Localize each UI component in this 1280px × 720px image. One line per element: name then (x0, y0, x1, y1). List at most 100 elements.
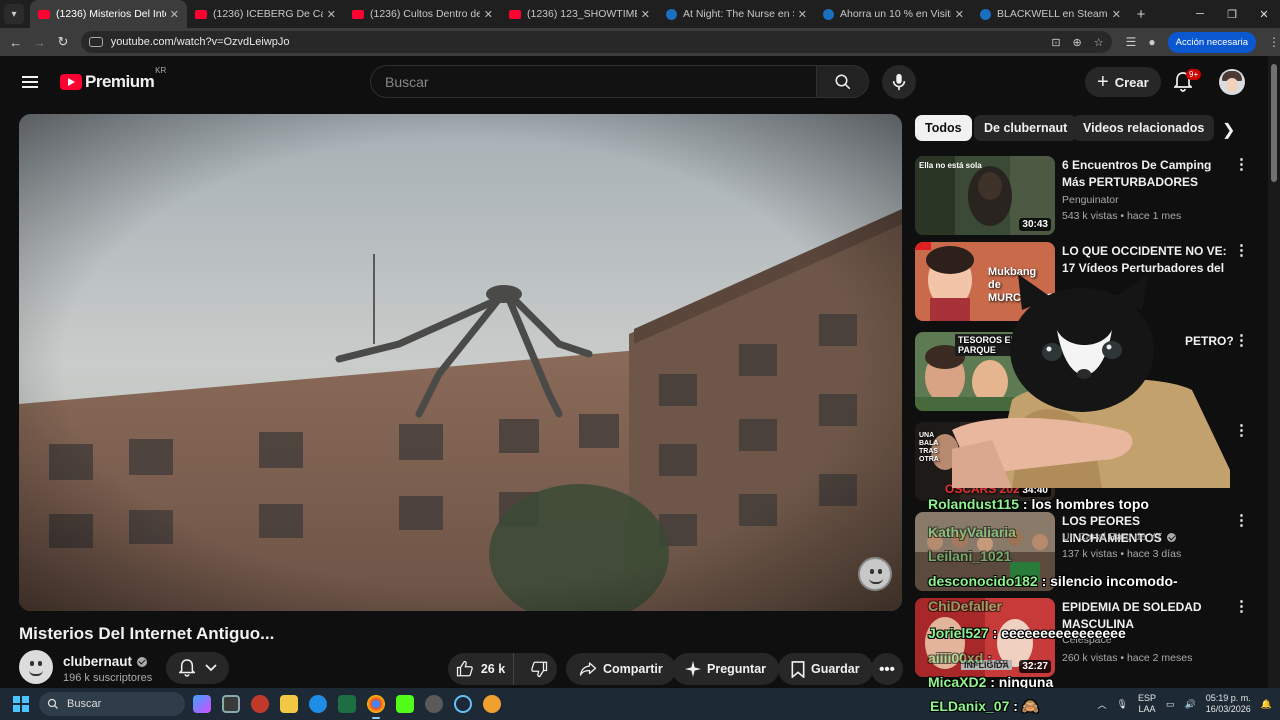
chat-user: aiiii00xd (928, 650, 984, 666)
close-window-icon[interactable]: ✕ (1248, 0, 1280, 28)
chat-message: Leilani_1021 (928, 548, 1011, 564)
taskbar-search[interactable]: Buscar (39, 692, 185, 716)
youtube-play-icon (60, 74, 82, 90)
address-bar[interactable]: youtube.com/watch?v=OzvdLeiwpJo ⊡ ⊕ ☆ (80, 31, 1112, 53)
tab-blackwell[interactable]: BLACKWELL en Steam ✕ (972, 0, 1129, 28)
recommendation-channel[interactable]: Un Canal Raro de YT (1062, 531, 1177, 543)
action-needed-button[interactable]: Acción necesaria (1167, 31, 1257, 53)
kick-icon[interactable] (396, 695, 414, 713)
keyboard-layout: LAA (1138, 704, 1156, 714)
copilot-icon[interactable] (193, 695, 211, 713)
like-button[interactable]: 26 k (448, 653, 514, 685)
site-info-icon[interactable] (88, 37, 103, 47)
ask-button[interactable]: Preguntar (672, 653, 780, 685)
close-icon[interactable]: ✕ (484, 8, 493, 21)
more-vertical-icon[interactable]: ⋮ (1234, 513, 1249, 528)
tab-label: (1236) Misterios Del Internet Ant (56, 8, 166, 20)
profile-icon[interactable]: ● (1148, 35, 1155, 49)
game-launcher-icon[interactable] (483, 695, 501, 713)
recommendation-channel[interactable]: Penguinator (1062, 194, 1119, 206)
valorant-icon[interactable] (251, 695, 269, 713)
network-icon[interactable]: ▭ (1166, 699, 1175, 710)
save-button[interactable]: Guardar (778, 653, 873, 685)
chevron-right-icon[interactable]: ❯ (1222, 120, 1235, 140)
more-actions-button[interactable]: ••• (871, 653, 903, 685)
youtube-premium-logo[interactable]: Premium KR (60, 66, 166, 92)
verified-icon (137, 656, 148, 667)
menu-icon[interactable] (22, 73, 38, 91)
more-vertical-icon[interactable]: ⋮ (1234, 157, 1249, 172)
reading-list-icon[interactable]: ☰ (1126, 35, 1137, 49)
chip-de-clubernaut[interactable]: De clubernaut (974, 115, 1078, 141)
dislike-button[interactable] (520, 660, 557, 678)
recommendation-title[interactable]: 6 Encuentros De Camping Más PERTURBADORE… (1062, 157, 1232, 191)
chat-text: : ... (983, 650, 1008, 666)
file-explorer-icon[interactable] (280, 695, 298, 713)
chat-user: KathyValiaria (928, 524, 1016, 540)
volume-icon[interactable]: 🔊 (1185, 699, 1196, 710)
video-player[interactable] (19, 114, 902, 611)
microsoft-store-icon[interactable] (222, 695, 240, 713)
maximize-icon[interactable]: ❐ (1216, 0, 1248, 28)
youtube-icon (38, 9, 50, 19)
close-icon[interactable]: ✕ (327, 8, 336, 21)
tab-visiting[interactable]: Ahorra un 10 % en Visiting Gra ✕ (815, 0, 972, 28)
excel-icon[interactable] (338, 695, 356, 713)
install-app-icon[interactable]: ⊡ (1051, 36, 1060, 49)
chat-message: Joriel527 : eeeeeeeeeeeeeeee (928, 625, 1126, 641)
language-indicator[interactable]: ESP LAA (1138, 693, 1156, 715)
notification-center-icon[interactable]: 🔔 (1261, 699, 1272, 710)
steam-icon[interactable] (454, 695, 472, 713)
tab-at-night[interactable]: At Night: The Nurse en Steam ✕ (658, 0, 815, 28)
page-scrollbar[interactable] (1268, 56, 1280, 688)
tab-iceberg[interactable]: (1236) ICEBERG De Casos Ocurr ✕ (187, 0, 344, 28)
account-avatar[interactable] (1219, 69, 1245, 95)
chevron-up-icon[interactable]: ︿ (1098, 698, 1107, 711)
more-vertical-icon[interactable]: ⋮ (1234, 243, 1249, 258)
zoom-icon[interactable]: ⊕ (1073, 36, 1082, 49)
video-thumbnail[interactable]: Ella no está sola 30:43 (915, 156, 1055, 235)
channel-avatar[interactable] (19, 650, 53, 684)
tab-misterios[interactable]: (1236) Misterios Del Internet Ant ✕ (30, 0, 187, 28)
more-vertical-icon[interactable]: ⋮ (1234, 599, 1249, 614)
tab-label: BLACKWELL en Steam (997, 8, 1108, 20)
more-vertical-icon[interactable]: ⋮ (1234, 333, 1249, 348)
tab-showtime[interactable]: (1236) 123_SHOWTIME: ECHO ✕ (501, 0, 658, 28)
like-dislike-group: 26 k (448, 653, 557, 685)
chat-user: Joriel527 (928, 625, 989, 641)
chip-videos-relacionados[interactable]: Videos relacionados (1073, 115, 1215, 141)
close-icon[interactable]: ✕ (955, 8, 964, 21)
new-tab-button[interactable]: + (1129, 6, 1153, 23)
close-icon[interactable]: ✕ (798, 8, 807, 21)
channel-name: Un Canal Raro de YT (1062, 531, 1163, 543)
recommendation-item[interactable]: Ella no está sola 30:43 6 Encuentros De … (915, 156, 1255, 236)
github-icon[interactable] (425, 695, 443, 713)
reload-icon[interactable]: ↻ (51, 34, 75, 50)
forward-arrow-icon[interactable]: → (28, 35, 52, 50)
tab-cultos[interactable]: (1236) Cultos Dentro de Juego ✕ (344, 0, 501, 28)
edge-icon[interactable] (309, 695, 327, 713)
create-button[interactable]: + Crear (1085, 67, 1161, 97)
tab-search-button[interactable]: ▾ (4, 4, 24, 24)
share-button[interactable]: Compartir (566, 653, 676, 685)
clock[interactable]: 05:19 p. m. 16/03/2026 (1206, 693, 1251, 715)
voice-search-button[interactable] (882, 65, 916, 99)
chip-todos[interactable]: Todos (915, 115, 972, 141)
windows-start-icon[interactable] (13, 696, 29, 712)
channel-name-link[interactable]: clubernaut (63, 654, 148, 669)
search-button[interactable] (817, 65, 869, 98)
close-icon[interactable]: ✕ (170, 8, 179, 21)
chat-message: ChiDefaller (928, 598, 1002, 614)
chrome-icon[interactable] (367, 695, 385, 719)
microphone-tray-icon[interactable]: 🎙 (1117, 699, 1128, 710)
search-input[interactable]: Buscar (370, 65, 817, 98)
subscription-bell-button[interactable] (166, 652, 229, 684)
browser-menu-icon[interactable]: ⋮ (1268, 35, 1280, 49)
back-arrow-icon[interactable]: ← (4, 35, 28, 50)
minimize-icon[interactable]: ─ (1184, 0, 1216, 28)
close-icon[interactable]: ✕ (1112, 8, 1121, 21)
more-vertical-icon[interactable]: ⋮ (1234, 423, 1249, 438)
close-icon[interactable]: ✕ (641, 8, 650, 21)
scrollbar-thumb[interactable] (1271, 64, 1277, 182)
bookmark-star-icon[interactable]: ☆ (1094, 36, 1104, 49)
